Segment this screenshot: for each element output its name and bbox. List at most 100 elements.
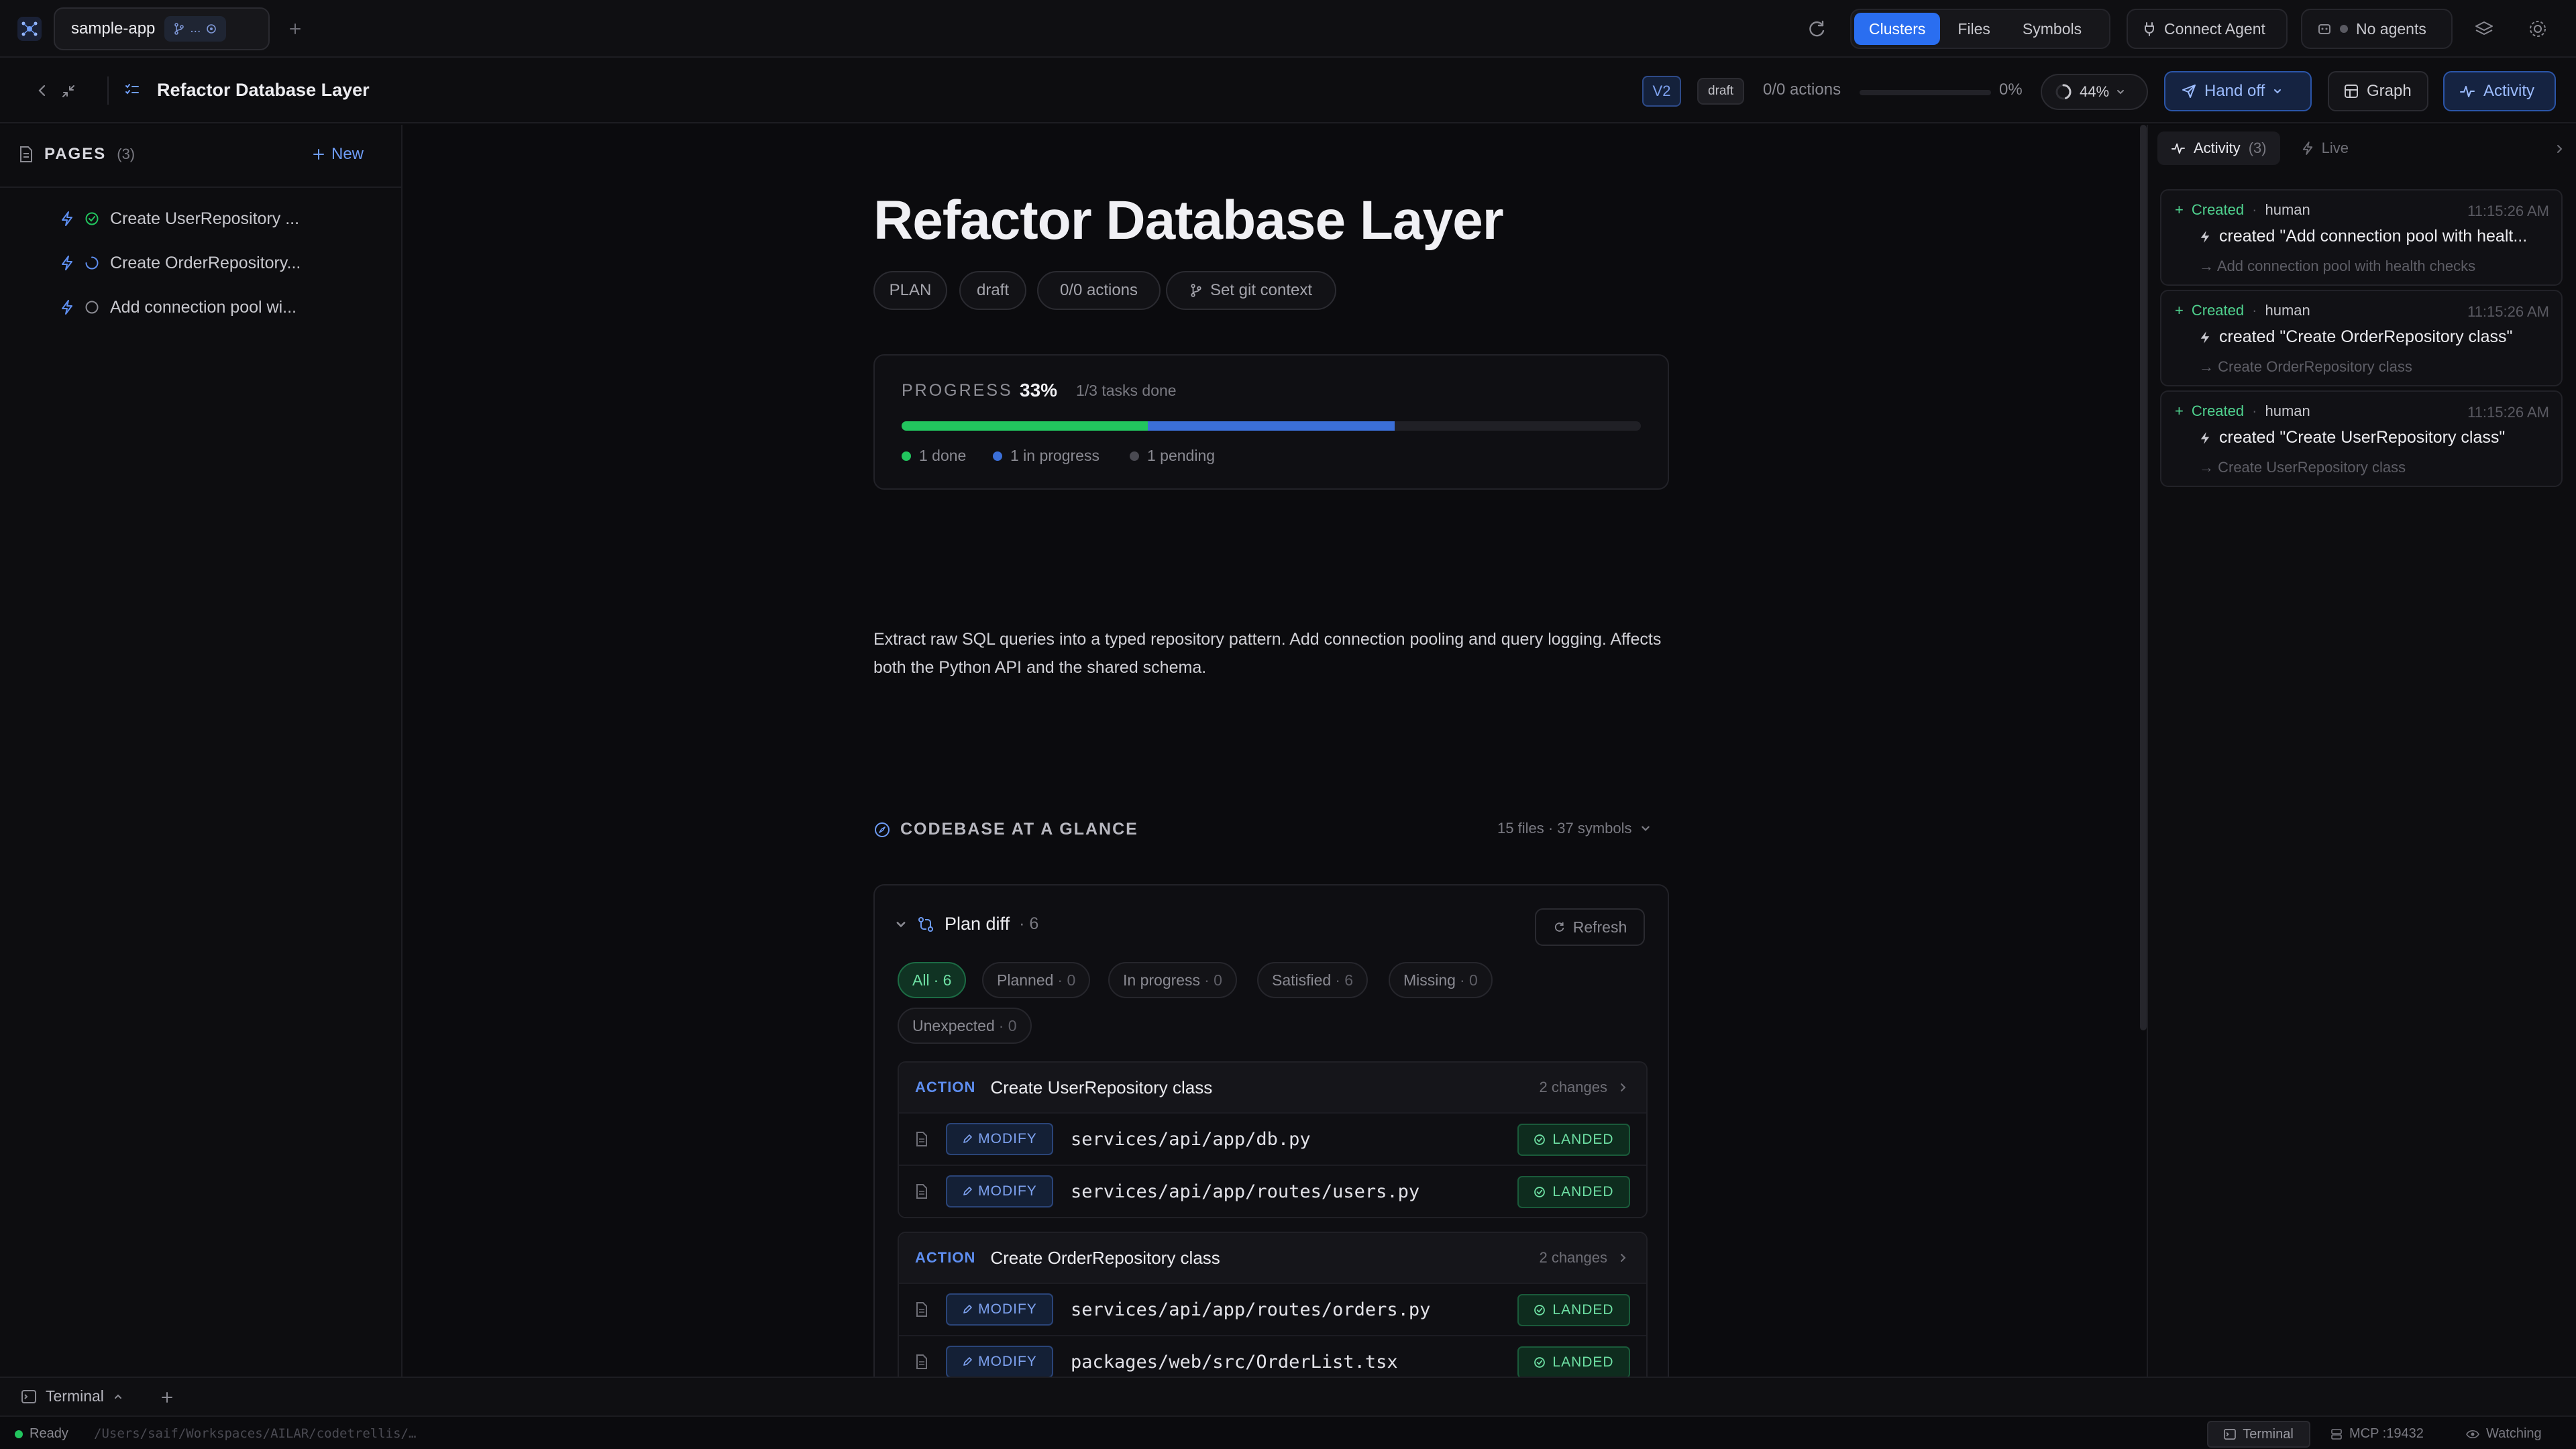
graph-button[interactable]: Graph xyxy=(2328,71,2428,111)
empty-circle-icon xyxy=(85,301,99,314)
loading-spinner-icon xyxy=(85,256,99,270)
terminal-status-button[interactable]: Terminal xyxy=(2207,1421,2310,1448)
chevron-right-icon[interactable] xyxy=(2553,142,2567,156)
mcp-status[interactable]: MCP :19432 xyxy=(2330,1426,2424,1442)
plan-diff-count: · 6 xyxy=(1019,914,1039,933)
view-switcher: Clusters Files Symbols xyxy=(1850,9,2110,49)
filter-satisfied[interactable]: Satisfied · 6 xyxy=(1257,962,1368,998)
filter-count: · 0 xyxy=(1057,971,1076,989)
changes-count: 2 changes xyxy=(1539,1079,1607,1095)
sidebar-item-order-repository[interactable]: Create OrderRepository... xyxy=(60,250,342,276)
filter-planned[interactable]: Planned · 0 xyxy=(982,962,1091,998)
status-label: LANDED xyxy=(1552,1302,1614,1318)
page-icon xyxy=(20,146,32,162)
activity-entry[interactable]: + Created · human 11:15:26 AM created "C… xyxy=(2160,290,2563,386)
file-row[interactable]: MODIFY services/api/app/routes/users.py … xyxy=(899,1165,1646,1217)
codebase-glance-header[interactable]: CODEBASE AT A GLANCE xyxy=(873,820,1138,839)
file-row[interactable]: MODIFY packages/web/src/OrderList.tsx LA… xyxy=(899,1335,1646,1377)
legend-pending: 1 pending xyxy=(1130,447,1215,465)
filter-label: Planned xyxy=(997,971,1054,989)
compass-icon xyxy=(875,822,890,837)
project-name: sample-app xyxy=(71,19,156,38)
activity-entry[interactable]: + Created · human 11:15:26 AM created "C… xyxy=(2160,390,2563,487)
project-tab[interactable]: sample-app ... xyxy=(54,7,270,50)
in-progress-dot xyxy=(993,451,1002,461)
connect-agent-button[interactable]: Connect Agent xyxy=(2127,9,2288,49)
agents-status-button[interactable]: No agents xyxy=(2301,9,2453,49)
filter-missing[interactable]: Missing · 0 xyxy=(1389,962,1493,998)
progress-label: PROGRESS xyxy=(902,381,1013,400)
tab-symbols[interactable]: Symbols xyxy=(2008,13,2096,45)
refresh-icon[interactable] xyxy=(1806,17,1829,40)
op-label: MODIFY xyxy=(978,1131,1037,1146)
entry-meta: + Created · human xyxy=(2175,302,2310,319)
tab-clusters[interactable]: Clusters xyxy=(1854,13,1941,45)
tab-activity[interactable]: Activity (3) xyxy=(2157,131,2280,165)
status-label: LANDED xyxy=(1552,1184,1614,1199)
action-header[interactable]: ACTION Create OrderRepository class 2 ch… xyxy=(899,1233,1646,1283)
check-circle-icon xyxy=(85,212,99,225)
tab-files[interactable]: Files xyxy=(1943,13,2005,45)
branch-pill[interactable]: ... xyxy=(164,16,227,42)
entry-author: human xyxy=(2265,201,2310,218)
filter-label: All xyxy=(912,971,930,989)
file-icon xyxy=(916,1302,927,1317)
entry-message: created "Add connection pool with healt.… xyxy=(2199,227,2555,246)
filter-all[interactable]: All · 6 xyxy=(898,962,967,998)
back-chevron-icon[interactable] xyxy=(35,83,50,98)
layers-icon[interactable] xyxy=(2471,16,2497,42)
pencil-icon xyxy=(963,1305,972,1313)
plan-diff-header[interactable]: Plan diff · 6 xyxy=(895,914,1038,934)
chevron-right-icon xyxy=(1621,1254,1626,1262)
actions-chip: 0/0 actions xyxy=(1037,271,1161,310)
top-bar: sample-app ... Clusters Files Symbols Co… xyxy=(0,0,2576,58)
close-icon[interactable] xyxy=(206,23,217,34)
action-tag: ACTION xyxy=(915,1079,976,1095)
filter-label: Missing xyxy=(1403,971,1456,989)
status-label: LANDED xyxy=(1552,1132,1614,1147)
add-tab-icon[interactable] xyxy=(284,18,306,40)
hand-off-button[interactable]: Hand off xyxy=(2164,71,2312,111)
set-git-context-button[interactable]: Set git context xyxy=(1166,271,1336,310)
legend-pending-label: 1 pending xyxy=(1147,447,1216,464)
sidebar-item-connection-pool[interactable]: Add connection pool wi... xyxy=(60,294,342,321)
filter-in-progress[interactable]: In progress · 0 xyxy=(1108,962,1237,998)
filter-unexpected[interactable]: Unexpected · 0 xyxy=(898,1008,1032,1044)
filter-count: · 0 xyxy=(1459,971,1478,989)
ready-dot xyxy=(15,1430,23,1438)
new-page-button[interactable]: New xyxy=(313,145,364,164)
settings-gear-icon[interactable] xyxy=(2525,16,2551,42)
chevron-down-icon xyxy=(1641,826,1650,831)
modify-badge: MODIFY xyxy=(946,1175,1053,1208)
app-logo-icon[interactable] xyxy=(17,17,42,41)
action-header[interactable]: ACTION Create UserRepository class 2 cha… xyxy=(899,1063,1646,1112)
modify-badge: MODIFY xyxy=(946,1123,1053,1155)
sidebar-item-user-repository[interactable]: Create UserRepository ... xyxy=(60,205,342,232)
legend-done-label: 1 done xyxy=(919,447,967,464)
set-git-context-label: Set git context xyxy=(1210,281,1313,299)
context-usage-pill[interactable]: 44% xyxy=(2041,74,2148,110)
pages-sidebar: PAGES (3) New Create UserRepository ... … xyxy=(0,125,402,1377)
codebase-glance-meta[interactable]: 15 files · 37 symbols xyxy=(1497,820,1651,837)
bolt-icon xyxy=(62,256,72,270)
filter-count: · 0 xyxy=(1204,971,1222,989)
entry-time: 11:15:26 AM xyxy=(2467,303,2549,320)
file-row[interactable]: MODIFY services/api/app/db.py LANDED xyxy=(899,1112,1646,1165)
activity-button[interactable]: Activity xyxy=(2443,71,2556,111)
file-row[interactable]: MODIFY services/api/app/routes/orders.py… xyxy=(899,1283,1646,1335)
entry-kind: Created xyxy=(2191,201,2245,218)
legend-done: 1 done xyxy=(902,447,966,465)
terminal-tab[interactable]: Terminal xyxy=(21,1387,123,1405)
activity-entry[interactable]: + Created · human 11:15:26 AM created "A… xyxy=(2160,189,2563,286)
collapse-icon[interactable] xyxy=(60,83,76,99)
status-badge: draft xyxy=(1697,78,1745,105)
ready-label: Ready xyxy=(30,1426,68,1441)
add-terminal-icon[interactable] xyxy=(158,1389,176,1406)
version-badge[interactable]: V2 xyxy=(1642,76,1681,107)
watching-status[interactable]: Watching xyxy=(2466,1426,2542,1442)
main-scrollbar[interactable] xyxy=(2140,125,2147,1030)
changes-count: 2 changes xyxy=(1539,1249,1607,1266)
tab-live[interactable]: Live xyxy=(2288,131,2362,165)
action-changes: 2 changes xyxy=(1539,1249,1627,1267)
refresh-button[interactable]: Refresh xyxy=(1535,908,1645,946)
